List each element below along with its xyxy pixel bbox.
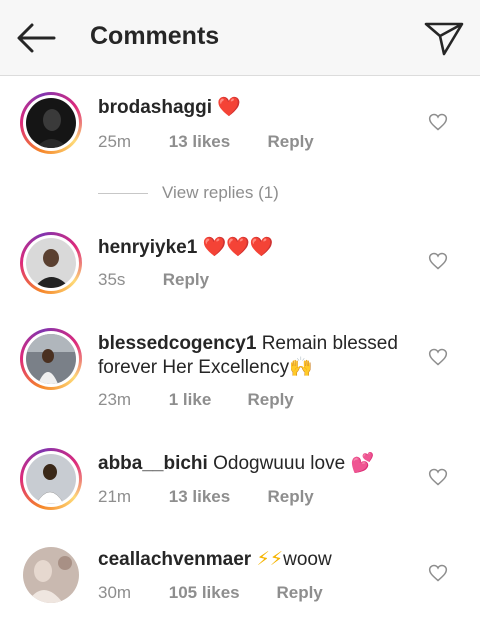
- avatar[interactable]: [20, 232, 82, 294]
- comment-likes[interactable]: 13 likes: [169, 487, 263, 507]
- comment-username[interactable]: brodashaggi: [98, 97, 212, 118]
- comment-text: woow: [283, 549, 332, 570]
- like-button[interactable]: [428, 347, 448, 367]
- comments-header: Comments: [0, 0, 480, 76]
- like-button[interactable]: [428, 563, 448, 583]
- like-button[interactable]: [428, 251, 448, 271]
- direct-share-button[interactable]: [422, 16, 466, 58]
- two-hearts-emoji: 💕: [350, 453, 375, 474]
- divider: [98, 192, 148, 194]
- avatar[interactable]: [20, 328, 82, 390]
- comment-likes[interactable]: 105 likes: [169, 583, 272, 603]
- reply-button[interactable]: Reply: [163, 270, 209, 290]
- heart-outline-icon: [428, 252, 448, 270]
- comment-likes[interactable]: 13 likes: [169, 132, 263, 152]
- reply-button[interactable]: Reply: [247, 390, 293, 410]
- avatar[interactable]: [20, 92, 82, 154]
- avatar[interactable]: [20, 544, 82, 606]
- heart-emoji: ❤️: [217, 97, 241, 118]
- comment-username[interactable]: blessedcogency1: [98, 333, 256, 354]
- heart-outline-icon: [428, 113, 448, 131]
- comment-likes[interactable]: 1 like: [169, 390, 243, 410]
- comment-time: 21m: [98, 487, 132, 506]
- praise-hands-emoji: 🙌: [289, 357, 313, 378]
- like-button[interactable]: [428, 467, 448, 487]
- like-button[interactable]: [428, 112, 448, 132]
- comment-username[interactable]: ceallachvenmaer: [98, 549, 251, 570]
- comment-username[interactable]: abba__bichi: [98, 453, 208, 474]
- back-arrow-icon: [17, 23, 56, 53]
- back-button[interactable]: [14, 18, 58, 58]
- reply-button[interactable]: Reply: [267, 132, 313, 152]
- heart-outline-icon: [428, 468, 448, 486]
- heart-outline-icon: [428, 348, 448, 366]
- comment-time: 30m: [98, 583, 132, 602]
- avatar[interactable]: [20, 448, 82, 510]
- heart-emoji: ❤️❤️❤️: [202, 237, 274, 258]
- comment-username[interactable]: henryiyke1: [98, 237, 197, 258]
- reply-button[interactable]: Reply: [267, 487, 313, 507]
- comment-time: 23m: [98, 390, 132, 409]
- view-replies-button[interactable]: View replies (1): [98, 182, 279, 204]
- comment-text: Odogwuuu love: [213, 453, 346, 474]
- reply-button[interactable]: Reply: [276, 583, 322, 603]
- lightning-emoji: ⚡⚡: [256, 549, 284, 570]
- comment-time: 25m: [98, 132, 132, 151]
- comment-time: 35s: [98, 270, 126, 289]
- heart-outline-icon: [428, 564, 448, 582]
- paper-plane-icon: [424, 22, 464, 56]
- page-title: Comments: [90, 22, 220, 50]
- view-replies-label: View replies (1): [162, 183, 279, 202]
